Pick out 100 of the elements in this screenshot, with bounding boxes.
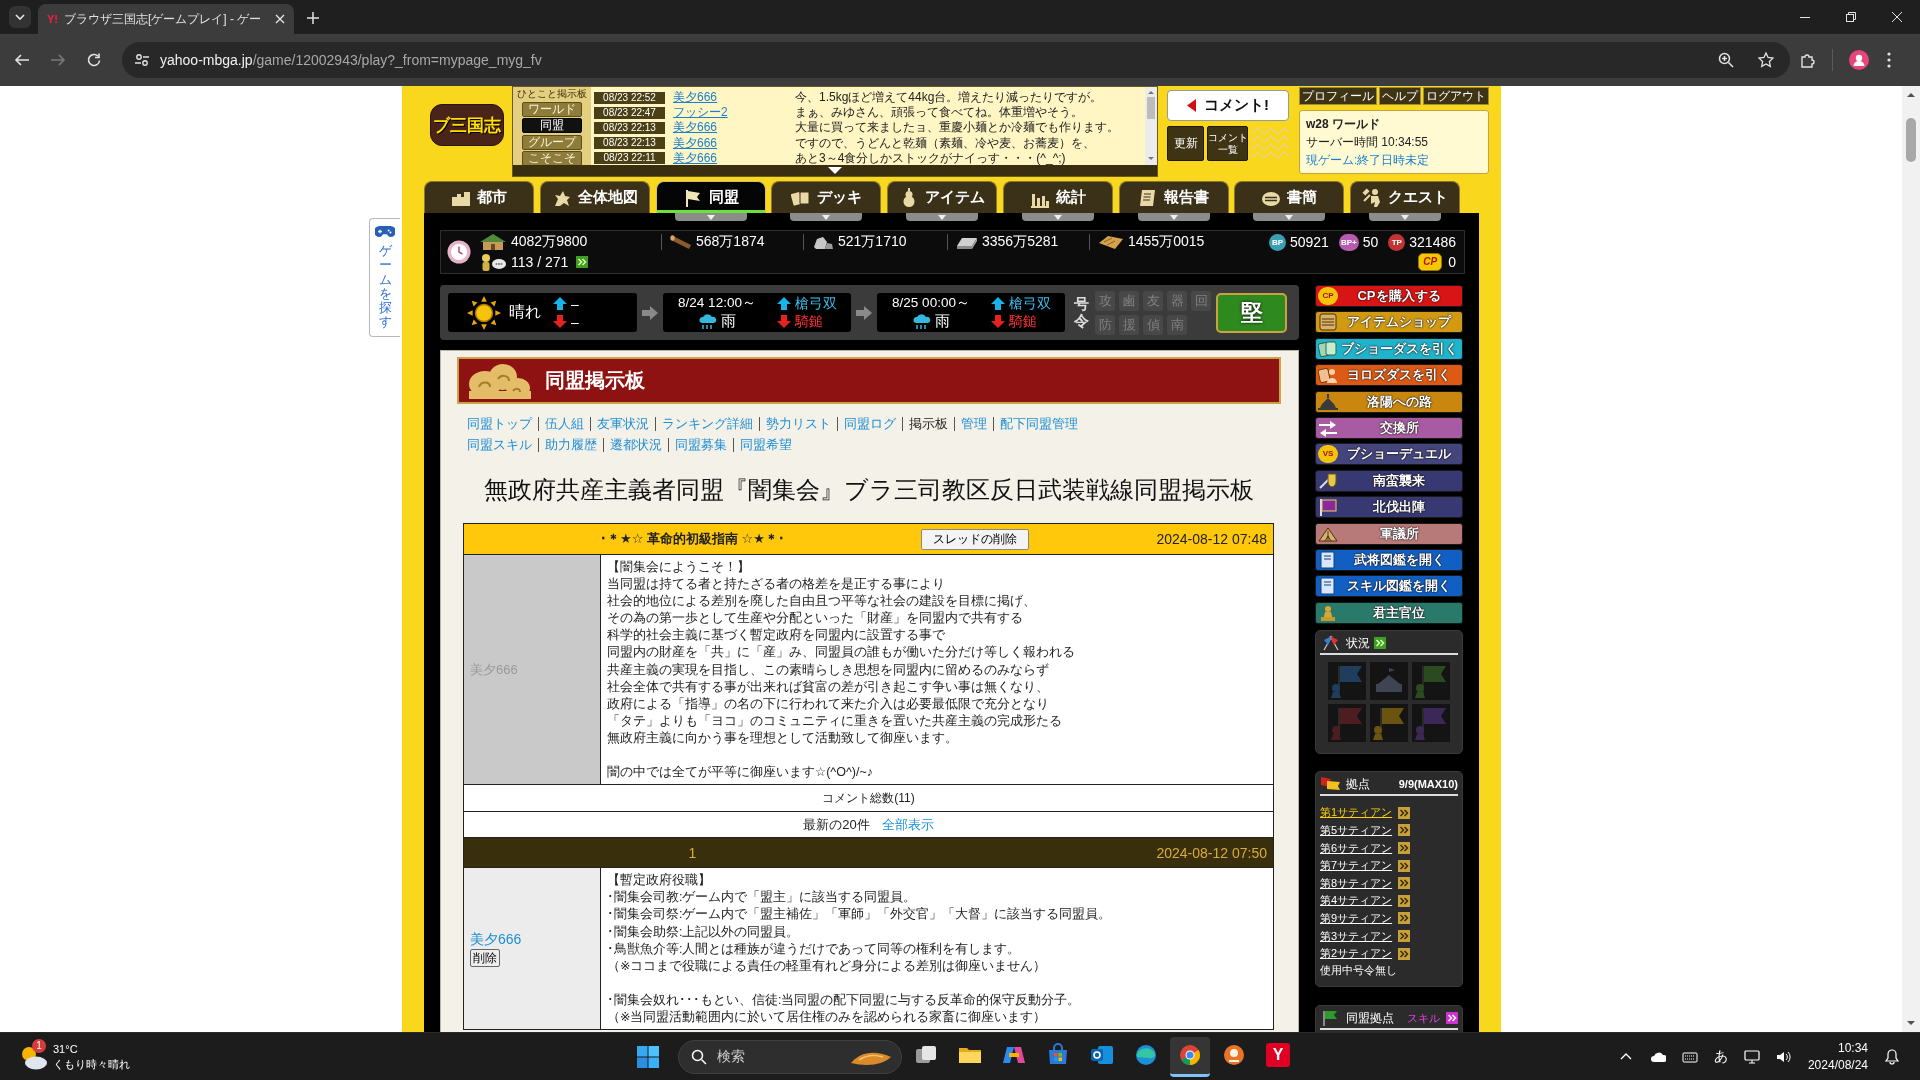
sidebar-menu-button[interactable]: ヨロズダスを引く: [1315, 364, 1463, 387]
double-chevron-icon[interactable]: [1398, 894, 1411, 907]
tab-search-button[interactable]: [9, 6, 31, 28]
sidebar-menu-button[interactable]: 南蛮襲来: [1315, 469, 1463, 492]
base-link[interactable]: 第2サティアン: [1320, 946, 1393, 962]
taskbar-app[interactable]: [1170, 1036, 1210, 1077]
double-chevron-icon[interactable]: [1374, 637, 1386, 650]
extensions-icon[interactable]: [1800, 52, 1816, 68]
feed-scrollbar[interactable]: [1145, 87, 1157, 165]
double-chevron-icon[interactable]: [1398, 806, 1411, 819]
account-link[interactable]: ログアウト: [1423, 87, 1489, 105]
nav-tab[interactable]: 都市: [424, 181, 534, 213]
forward-icon[interactable]: [50, 52, 66, 68]
board-nav-link[interactable]: 掲示板: [909, 414, 948, 433]
board-nav-link[interactable]: 遷都状況: [610, 435, 662, 454]
comment-button[interactable]: コメント!: [1167, 90, 1289, 121]
base-link[interactable]: 第3サティアン: [1320, 928, 1393, 944]
double-chevron-icon[interactable]: [576, 256, 589, 268]
sidebar-menu-button[interactable]: 武将図鑑を開く: [1315, 548, 1463, 571]
skill-link[interactable]: スキル: [1407, 1010, 1440, 1026]
menu-handle[interactable]: [906, 213, 978, 221]
menu-handle[interactable]: [674, 213, 747, 221]
board-nav-link[interactable]: 同盟ログ: [844, 414, 896, 433]
refresh-button[interactable]: 更新: [1167, 126, 1204, 161]
double-chevron-icon[interactable]: [1398, 912, 1411, 925]
flag-tile-icon[interactable]: [1412, 662, 1450, 701]
board-nav-link[interactable]: 管理: [961, 414, 987, 433]
nav-tab[interactable]: アイテム: [887, 181, 997, 213]
base-link[interactable]: 第9サティアン: [1320, 910, 1393, 926]
zoom-icon[interactable]: [1718, 52, 1734, 68]
menu-handle[interactable]: [790, 213, 863, 221]
monitor-icon[interactable]: [1743, 1048, 1760, 1065]
delete-button[interactable]: 削除: [470, 948, 500, 967]
show-all-link[interactable]: 全部表示: [881, 815, 934, 834]
board-nav-link[interactable]: 配下同盟管理: [1000, 414, 1078, 433]
delete-thread-button[interactable]: スレッドの削除: [921, 528, 1029, 550]
author-link[interactable]: 美夕666: [673, 134, 795, 152]
menu-handle[interactable]: [1253, 213, 1326, 221]
reload-icon[interactable]: [86, 52, 102, 68]
side-tab[interactable]: ゲームを探す: [369, 218, 400, 337]
board-nav-link[interactable]: 同盟募集: [675, 435, 727, 454]
base-link[interactable]: 第5サティアン: [1320, 822, 1393, 838]
clock[interactable]: 10:34 2024/08/24: [1807, 1039, 1868, 1074]
nav-tab[interactable]: 報告書: [1118, 181, 1229, 213]
base-link[interactable]: 第8サティアン: [1320, 875, 1393, 891]
flag-tile-icon[interactable]: [1370, 704, 1408, 743]
double-chevron-icon[interactable]: [1398, 947, 1411, 960]
bell-icon[interactable]: [1884, 1048, 1900, 1065]
address-field[interactable]: yahoo-mbga.jp/game/12002943/play?_from=mypage_myg_fv: [122, 42, 1790, 78]
author-link[interactable]: 美夕666: [673, 89, 795, 107]
account-link[interactable]: ヘルプ: [1379, 87, 1421, 105]
site-info-icon[interactable]: [134, 52, 150, 68]
sidebar-menu-button[interactable]: 洛陽への路: [1315, 390, 1463, 413]
comment-list-button[interactable]: コメント一覧: [1207, 126, 1248, 161]
expand-icon[interactable]: [828, 167, 842, 174]
flag-tile-icon[interactable]: [1328, 704, 1366, 743]
sidebar-menu-button[interactable]: VS ブショーデュエル: [1315, 443, 1463, 466]
double-chevron-icon[interactable]: [1398, 824, 1411, 837]
sidebar-menu-button[interactable]: 軍議所: [1315, 522, 1463, 545]
browser-tab[interactable]: Y! ブラウザ三国志[ゲームプレイ] - ゲー: [38, 4, 294, 34]
channel-tab[interactable]: ワールド: [522, 101, 582, 117]
board-nav-link[interactable]: ランキング詳細: [662, 414, 753, 433]
nav-tab[interactable]: 全体地図: [539, 181, 650, 213]
restore-icon[interactable]: [1846, 12, 1856, 22]
start-icon[interactable]: [636, 1044, 660, 1069]
weather-widget[interactable]: 1 31°C くもり時々晴れ: [14, 1039, 134, 1074]
nav-tab[interactable]: クエスト: [1350, 181, 1460, 213]
sidebar-menu-button[interactable]: 君主官位: [1315, 601, 1463, 624]
search-field[interactable]: 検索: [678, 1039, 902, 1074]
flag-tile-icon[interactable]: [1328, 662, 1366, 701]
base-link[interactable]: 第4サティアン: [1320, 893, 1393, 909]
castle-tile-icon[interactable]: [1370, 662, 1408, 701]
taskbar-app[interactable]: Y: [1258, 1036, 1298, 1077]
board-nav-link[interactable]: 同盟トップ: [467, 414, 532, 433]
star-icon[interactable]: [1758, 52, 1774, 68]
double-chevron-icon[interactable]: [1398, 859, 1411, 872]
board-nav-link[interactable]: 同盟スキル: [467, 435, 532, 454]
input-mode-indicator[interactable]: あ: [1713, 1047, 1728, 1066]
profile-avatar-icon[interactable]: [1849, 50, 1869, 70]
account-link[interactable]: プロフィール: [1299, 87, 1377, 105]
sidebar-menu-button[interactable]: 交換所: [1315, 416, 1463, 439]
menu-handle[interactable]: [1369, 213, 1441, 221]
nav-tab[interactable]: 同盟: [655, 181, 766, 213]
nav-tab[interactable]: 統計: [1002, 181, 1113, 213]
author-link[interactable]: 美夕666: [470, 930, 522, 949]
sidebar-menu-button[interactable]: CP CPを購入する: [1315, 285, 1463, 307]
board-nav-link[interactable]: 助力履歴: [545, 435, 597, 454]
author-link[interactable]: フッシー2: [673, 104, 795, 122]
board-nav-link[interactable]: 伍人組: [545, 414, 584, 433]
close-icon[interactable]: [275, 14, 285, 24]
nav-tab[interactable]: 書簡: [1234, 181, 1345, 213]
double-chevron-icon[interactable]: [1398, 877, 1411, 890]
nav-tab[interactable]: デッキ: [771, 181, 882, 213]
menu-handle[interactable]: [1021, 213, 1094, 221]
base-link[interactable]: 第7サティアン: [1320, 858, 1393, 874]
sidebar-menu-button[interactable]: 北伐出陣: [1315, 496, 1463, 519]
base-link[interactable]: 第1サティアン: [1320, 805, 1393, 821]
back-icon[interactable]: [14, 52, 30, 68]
author-link[interactable]: 美夕666: [673, 119, 795, 137]
board-nav-link[interactable]: 同盟希望: [740, 435, 792, 454]
